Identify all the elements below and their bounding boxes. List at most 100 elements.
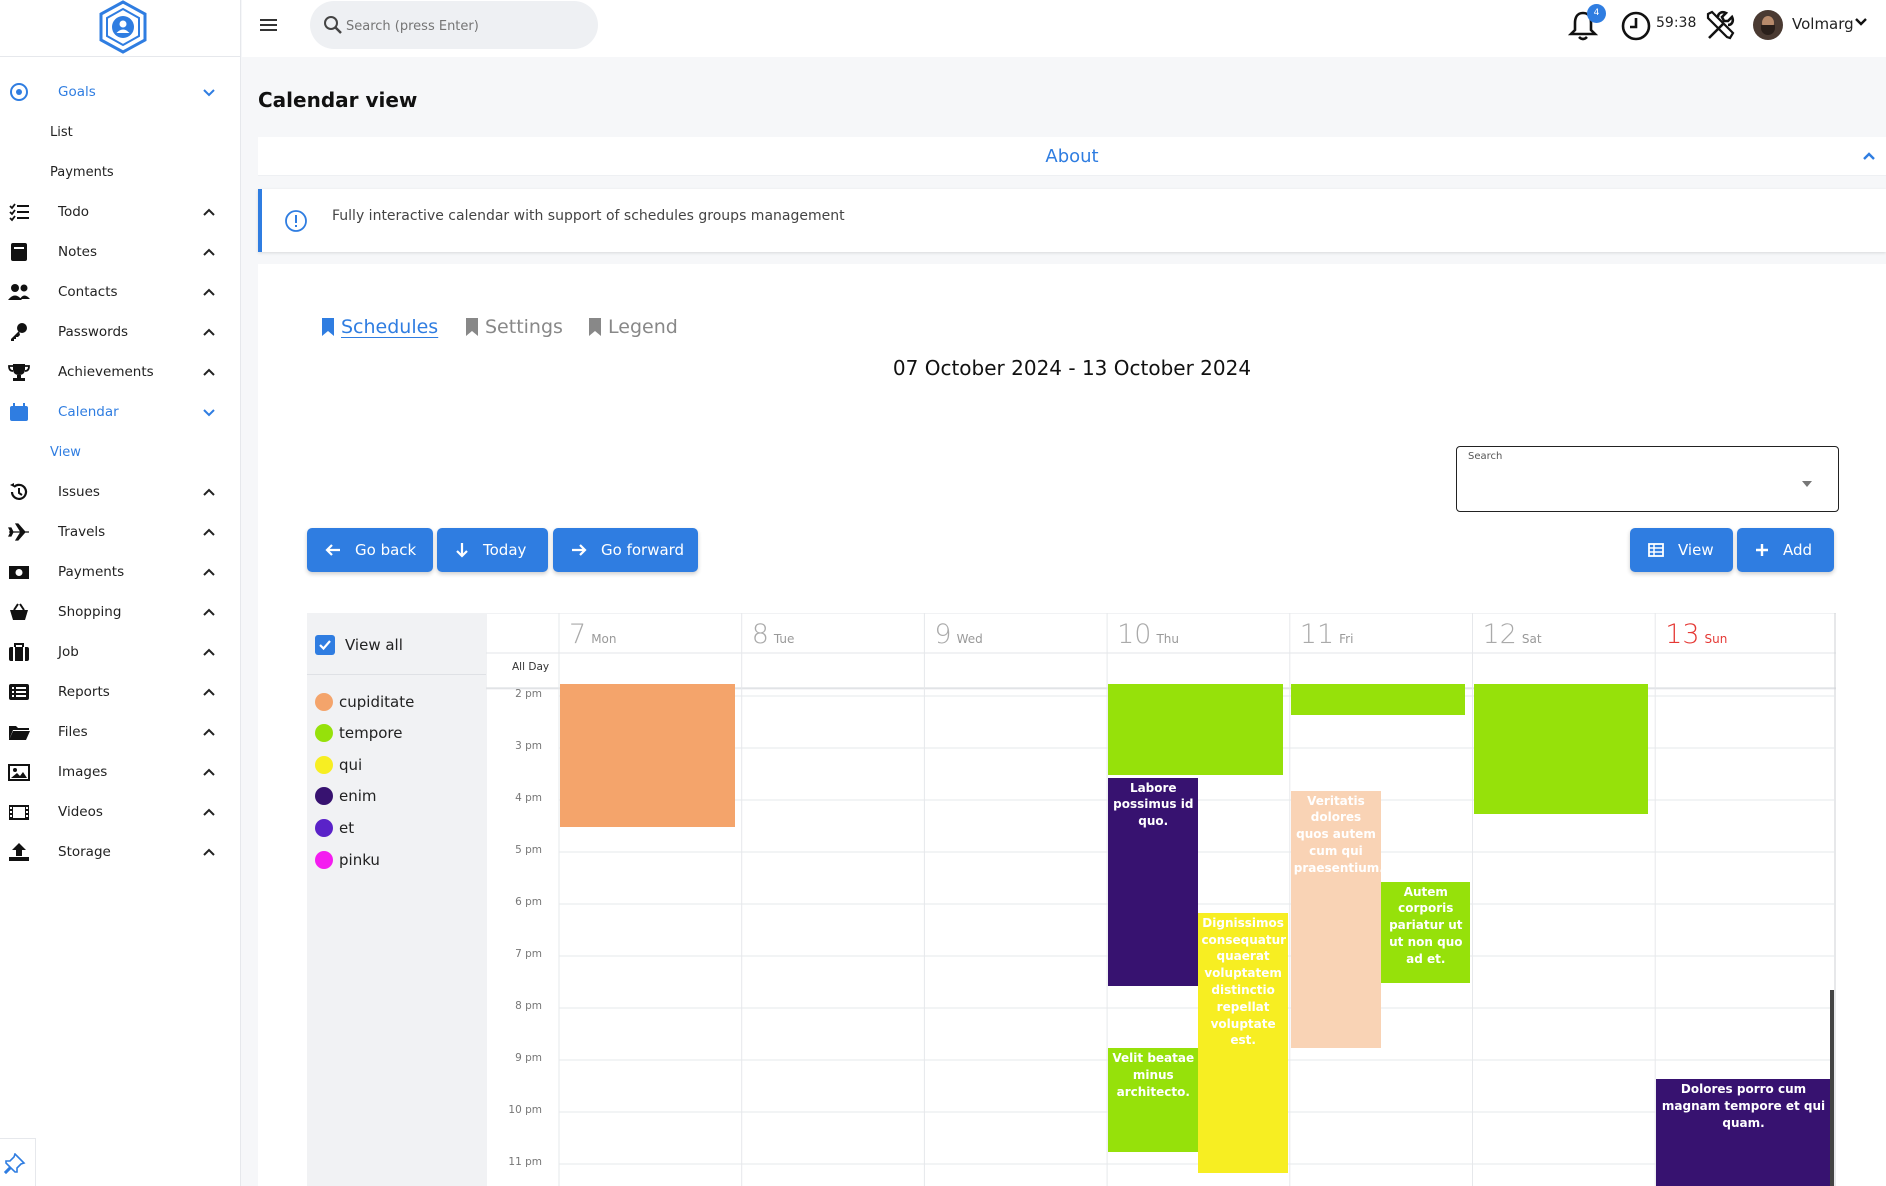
tools-icon[interactable] [1704,9,1738,43]
sidebar-item-label: Issues [58,484,100,500]
day-header-thu[interactable]: 10 Thu [1117,619,1179,650]
chevron-up-icon[interactable] [201,604,217,620]
legend-item-cupiditate[interactable]: cupiditate [315,693,414,711]
clock-icon[interactable] [1620,10,1652,42]
legend-item-enim[interactable]: enim [315,787,377,805]
search-icon [324,16,342,34]
sidebar-item-shopping[interactable]: Shopping [0,593,241,631]
day-header-tue[interactable]: 8 Tue [752,619,795,650]
sidebar-item-todo[interactable]: Todo [0,193,241,231]
chevron-down-icon[interactable] [201,84,217,100]
hamburger-menu-icon[interactable] [259,17,279,33]
today-button[interactable]: Today [437,528,548,572]
tab-legend[interactable]: Legend [588,316,678,338]
view-button[interactable]: View [1630,528,1733,572]
sidebar-subitem-calendar-view[interactable]: View [50,445,81,460]
event-title: Labore possimus id quo. [1113,780,1194,829]
calendar-event[interactable] [1108,684,1283,775]
chevron-up-icon[interactable] [201,524,217,540]
about-panel-header[interactable]: About [258,137,1886,176]
calendar-event[interactable]: Dignissimos consequatur quaerat voluptat… [1198,912,1288,1173]
chevron-up-icon[interactable] [201,204,217,220]
tab-settings[interactable]: Settings [465,316,563,338]
sidebar-item-issues[interactable]: Issues [0,473,241,511]
sidebar-item-files[interactable]: Files [0,713,241,751]
chevron-down-icon[interactable] [1854,17,1868,27]
notebook-icon [11,243,27,261]
scrollbar[interactable] [1830,990,1834,1186]
day-header-sun[interactable]: 13 Sun [1665,619,1727,650]
legend-item-qui[interactable]: qui [315,756,362,774]
add-button[interactable]: Add [1737,528,1834,572]
day-header-mon[interactable]: 7 Mon [569,619,617,650]
chevron-up-icon[interactable] [201,244,217,260]
calendar-event[interactable]: Velit beatae minus architecto. [1108,1048,1199,1152]
chevron-up-icon[interactable] [201,644,217,660]
legend-color-dot [315,724,333,742]
sidebar-subitem-goals-list[interactable]: List [50,125,73,140]
sidebar-item-label: Notes [58,244,97,260]
chevron-up-icon[interactable] [201,324,217,340]
image-icon [8,764,30,781]
view-all-checkbox[interactable]: View all [315,635,403,655]
day-header-fri[interactable]: 11 Fri [1300,619,1354,650]
avatar[interactable] [1753,10,1783,40]
sidebar-item-job[interactable]: Job [0,633,241,671]
avatar-beard [1761,25,1775,35]
day-header-sat[interactable]: 12 Sat [1483,619,1542,650]
sidebar-item-calendar[interactable]: Calendar [0,393,241,431]
date-range: 07 October 2024 - 13 October 2024 [892,356,1252,380]
upload-icon [9,843,29,861]
calendar-event[interactable]: Veritatis dolores quos autem cum qui pra… [1290,790,1382,1048]
calendar-event[interactable]: Labore possimus id quo. [1108,777,1199,986]
sidebar-item-achievements[interactable]: Achievements [0,353,241,391]
sidebar-item-contacts[interactable]: Contacts [0,273,241,311]
sidebar-item-passwords[interactable]: Passwords [0,313,241,351]
checkbox-checked-icon[interactable] [315,635,335,655]
legend-item-pinku[interactable]: pinku [315,851,380,869]
sidebar-item-videos[interactable]: Videos [0,793,241,831]
sidebar-item-label: Contacts [58,284,118,300]
chevron-down-icon[interactable] [201,404,217,420]
chevron-up-icon[interactable] [201,844,217,860]
sidebar-item-travels[interactable]: Travels [0,513,241,551]
go-back-button[interactable]: Go back [307,528,433,572]
go-forward-button[interactable]: Go forward [553,528,698,572]
logo-icon[interactable] [96,0,150,54]
chevron-up-icon[interactable] [201,364,217,380]
legend-item-tempore[interactable]: tempore [315,724,403,742]
calendar-event[interactable] [1290,684,1466,716]
sidebar-item-images[interactable]: Images [0,753,241,791]
sidebar-item-payments[interactable]: Payments [0,553,241,591]
sidebar-item-reports[interactable]: Reports [0,673,241,711]
tab-schedules[interactable]: Schedules [321,316,438,338]
calendar-event[interactable]: Dolores porro cum magnam tempore et qui … [1656,1079,1831,1186]
sidebar-item-goals[interactable]: Goals [0,73,241,111]
chevron-up-icon[interactable] [201,284,217,300]
chevron-up-icon[interactable] [201,724,217,740]
table-icon [1648,543,1664,557]
sidebar-item-label: Images [58,764,108,780]
dropdown-arrow-icon[interactable] [1801,480,1813,488]
username[interactable]: Volmarg [1792,15,1854,33]
tab-label: Schedules [341,316,439,338]
page-title: Calendar view [258,88,418,112]
chevron-up-icon[interactable] [1862,151,1876,161]
chevron-up-icon[interactable] [201,564,217,580]
legend-item-et[interactable]: et [315,819,354,837]
hour-label: 2 pm [515,688,542,700]
chevron-up-icon[interactable] [201,764,217,780]
chevron-up-icon[interactable] [201,804,217,820]
sidebar-subitem-goals-payments[interactable]: Payments [50,165,114,180]
chevron-up-icon[interactable] [201,484,217,500]
day-header-wed[interactable]: 9 Wed [934,619,982,650]
pin-sidebar-button[interactable] [0,1138,36,1186]
sidebar-item-notes[interactable]: Notes [0,233,241,271]
sidebar-item-storage[interactable]: Storage [0,833,241,871]
chevron-up-icon[interactable] [201,684,217,700]
calendar-event[interactable] [560,684,735,827]
search-input[interactable] [346,15,586,37]
calendar-search-select[interactable]: Search [1456,446,1839,512]
calendar-event[interactable]: Autem corporis pariatur ut ut non quo ad… [1381,881,1471,983]
calendar-event[interactable] [1473,684,1649,814]
